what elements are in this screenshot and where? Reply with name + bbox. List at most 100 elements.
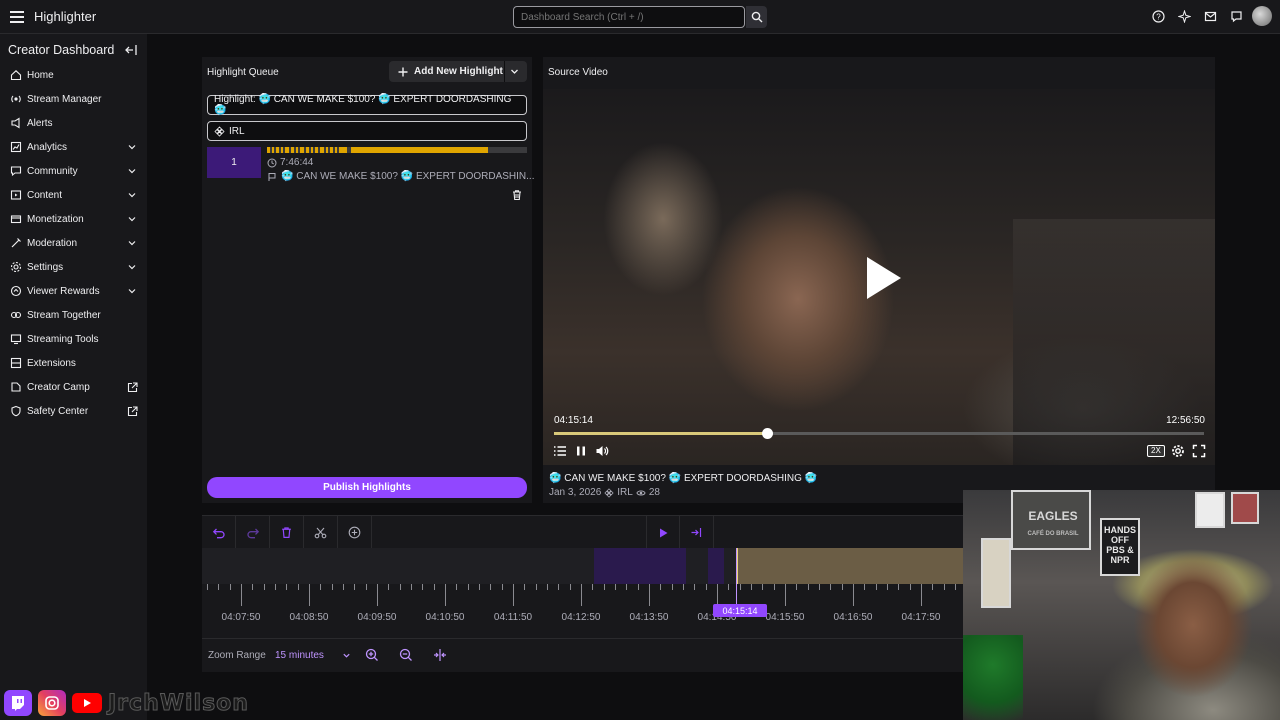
- ruler-major-tick: [445, 584, 446, 606]
- ruler-minor-tick: [433, 584, 435, 590]
- seek-bar-handle[interactable]: [761, 428, 773, 439]
- external-link-icon[interactable]: [127, 382, 138, 393]
- zoom-range-value: 15 minutes: [275, 650, 324, 661]
- timeline-selected-range[interactable]: [736, 548, 964, 584]
- zoom-out-icon[interactable]: [398, 647, 414, 663]
- zoom-in-icon[interactable]: [364, 647, 380, 663]
- chevron-down-icon[interactable]: [509, 66, 520, 77]
- timeline-playhead[interactable]: [736, 548, 737, 612]
- video-frame-detail: [1013, 219, 1215, 465]
- content-icon: [10, 189, 22, 201]
- add-segment-button[interactable]: [338, 516, 372, 549]
- timeline-segment[interactable]: [708, 548, 724, 584]
- sidebar-header: Creator Dashboard: [8, 43, 115, 57]
- delete-segment-button[interactable]: [270, 516, 304, 549]
- highlight-queue-panel: Highlight Queue Add New Highlight Highli…: [202, 57, 535, 503]
- sidebar-item-creator-camp[interactable]: Creator Camp: [0, 375, 147, 399]
- chapters-list-icon[interactable]: [553, 444, 567, 458]
- jump-to-end-button[interactable]: [680, 516, 714, 549]
- chevron-down-icon[interactable]: [127, 166, 137, 176]
- chevron-down-icon[interactable]: [127, 142, 137, 152]
- sidebar-item-community[interactable]: Community: [0, 159, 147, 183]
- ruler-major-tick: [717, 584, 718, 606]
- fit-to-view-icon[interactable]: [432, 647, 448, 663]
- monetization-icon: [10, 213, 22, 225]
- sidebar-item-analytics[interactable]: Analytics: [0, 135, 147, 159]
- fullscreen-icon[interactable]: [1192, 444, 1206, 458]
- webcam-overlay: EAGLES CAFÉ DO BRASIL HANDS OFF PBS & NP…: [963, 490, 1280, 720]
- chevron-down-icon[interactable]: [127, 214, 137, 224]
- video-player[interactable]: 04:15:14 12:56:50 2X: [543, 89, 1215, 465]
- sidebar-item-stream-manager[interactable]: Stream Manager: [0, 87, 147, 111]
- playback-speed-badge[interactable]: 2X: [1147, 445, 1165, 457]
- sidebar-item-extensions[interactable]: Extensions: [0, 351, 147, 375]
- external-link-icon[interactable]: [127, 406, 138, 417]
- whispers-icon[interactable]: [1226, 6, 1246, 26]
- home-icon: [10, 69, 22, 81]
- ruler-minor-tick: [229, 584, 231, 590]
- highlight-title-value: Highlight: 🥶 CAN WE MAKE $100? 🥶 EXPERT …: [214, 94, 512, 116]
- help-icon[interactable]: ?: [1148, 6, 1168, 26]
- settings-gear-icon[interactable]: [1171, 444, 1185, 458]
- timeline-segment[interactable]: [594, 548, 686, 584]
- video-meta: Jan 3, 2026 IRL 28: [549, 487, 660, 498]
- chevron-down-icon[interactable]: [127, 262, 137, 272]
- sidebar-item-label: Stream Together: [27, 309, 101, 321]
- clip-number: 1: [207, 147, 261, 178]
- highlight-clip[interactable]: 1 7:46:44 🥶 CAN WE MAKE $100? 🥶 EXPERT D…: [207, 147, 535, 205]
- dashboard-search-input[interactable]: [513, 6, 745, 28]
- ruler-minor-tick: [218, 584, 220, 590]
- video-seek-bar[interactable]: [554, 428, 1204, 439]
- trash-icon[interactable]: [511, 189, 523, 201]
- sidebar-item-stream-together[interactable]: Stream Together: [0, 303, 147, 327]
- stream-manager-icon: [10, 93, 22, 105]
- highlight-title-input[interactable]: Highlight: 🥶 CAN WE MAKE $100? 🥶 EXPERT …: [207, 94, 527, 116]
- views-eye-icon: [636, 490, 646, 495]
- category-input[interactable]: IRL: [207, 121, 527, 141]
- ruler-minor-tick: [841, 584, 843, 590]
- search-button[interactable]: [746, 6, 767, 28]
- timeline-play-button[interactable]: [646, 516, 680, 549]
- chevron-down-icon[interactable]: [127, 286, 137, 296]
- sidebar-item-streaming-tools[interactable]: Streaming Tools: [0, 327, 147, 351]
- sidebar-item-safety-center[interactable]: Safety Center: [0, 399, 147, 423]
- svg-text:?: ?: [1156, 12, 1161, 21]
- sidebar-item-moderation[interactable]: Moderation: [0, 231, 147, 255]
- chevron-down-icon[interactable]: [127, 238, 137, 248]
- volume-icon[interactable]: [595, 444, 609, 458]
- ruler-minor-tick: [830, 584, 832, 590]
- ruler-minor-tick: [263, 584, 265, 590]
- inbox-icon[interactable]: [1200, 6, 1220, 26]
- user-avatar[interactable]: [1252, 6, 1272, 26]
- sidebar-item-settings[interactable]: Settings: [0, 255, 147, 279]
- source-video-panel: Source Video 04:15:14 12:56:50 2X 🥶 CAN …: [543, 57, 1215, 503]
- ruler-minor-tick: [422, 584, 424, 590]
- chevron-down-icon[interactable]: [127, 190, 137, 200]
- sidebar-item-viewer-rewards[interactable]: Viewer Rewards: [0, 279, 147, 303]
- timeline-track[interactable]: [202, 548, 964, 584]
- cut-button[interactable]: [304, 516, 338, 549]
- sidebar-item-home[interactable]: Home: [0, 63, 147, 87]
- sidebar-item-monetization[interactable]: Monetization: [0, 207, 147, 231]
- clip-duration: 7:46:44: [267, 157, 313, 168]
- ruler-minor-tick: [864, 584, 866, 590]
- ruler-minor-tick: [365, 584, 367, 590]
- collapse-sidebar-icon[interactable]: [124, 43, 138, 57]
- add-new-highlight-button[interactable]: Add New Highlight: [389, 61, 527, 82]
- play-icon[interactable]: [863, 255, 903, 301]
- publish-highlights-button[interactable]: Publish Highlights: [207, 477, 527, 498]
- sidebar-item-content[interactable]: Content: [0, 183, 147, 207]
- ruler-minor-tick: [569, 584, 571, 590]
- zoom-range-select[interactable]: 15 minutes: [275, 650, 351, 661]
- ruler-minor-tick: [343, 584, 344, 590]
- clip-segment-bar: [267, 147, 527, 153]
- ruler-minor-tick: [411, 584, 412, 590]
- pause-icon[interactable]: [574, 444, 588, 458]
- menu-icon[interactable]: [6, 6, 28, 28]
- redo-button[interactable]: [236, 516, 270, 549]
- timeline-ruler[interactable]: 04:07:50 04:08:50 04:09:50 04:10:50 04:11:50…: [202, 584, 964, 638]
- video-title: 🥶 CAN WE MAKE $100? 🥶 EXPERT DOORDASHING…: [549, 473, 818, 484]
- sparkle-icon[interactable]: [1174, 6, 1194, 26]
- undo-button[interactable]: [202, 516, 236, 549]
- sidebar-item-alerts[interactable]: Alerts: [0, 111, 147, 135]
